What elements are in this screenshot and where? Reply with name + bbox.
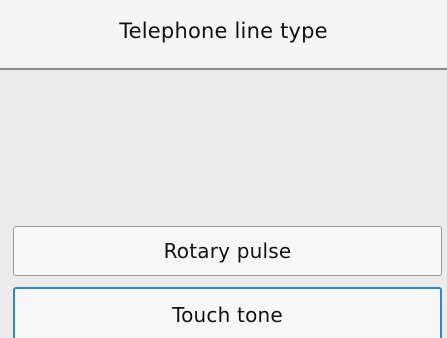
touch-tone-button[interactable]: Touch tone — [13, 287, 442, 338]
title-bar: Telephone line type — [0, 0, 447, 70]
page-title: Telephone line type — [119, 19, 328, 43]
rotary-pulse-label: Rotary pulse — [163, 239, 292, 263]
telephone-line-type-screen: Telephone line type Rotary pulse Touch t… — [0, 0, 447, 338]
rotary-pulse-button[interactable]: Rotary pulse — [13, 226, 442, 276]
touch-tone-label: Touch tone — [172, 302, 283, 327]
